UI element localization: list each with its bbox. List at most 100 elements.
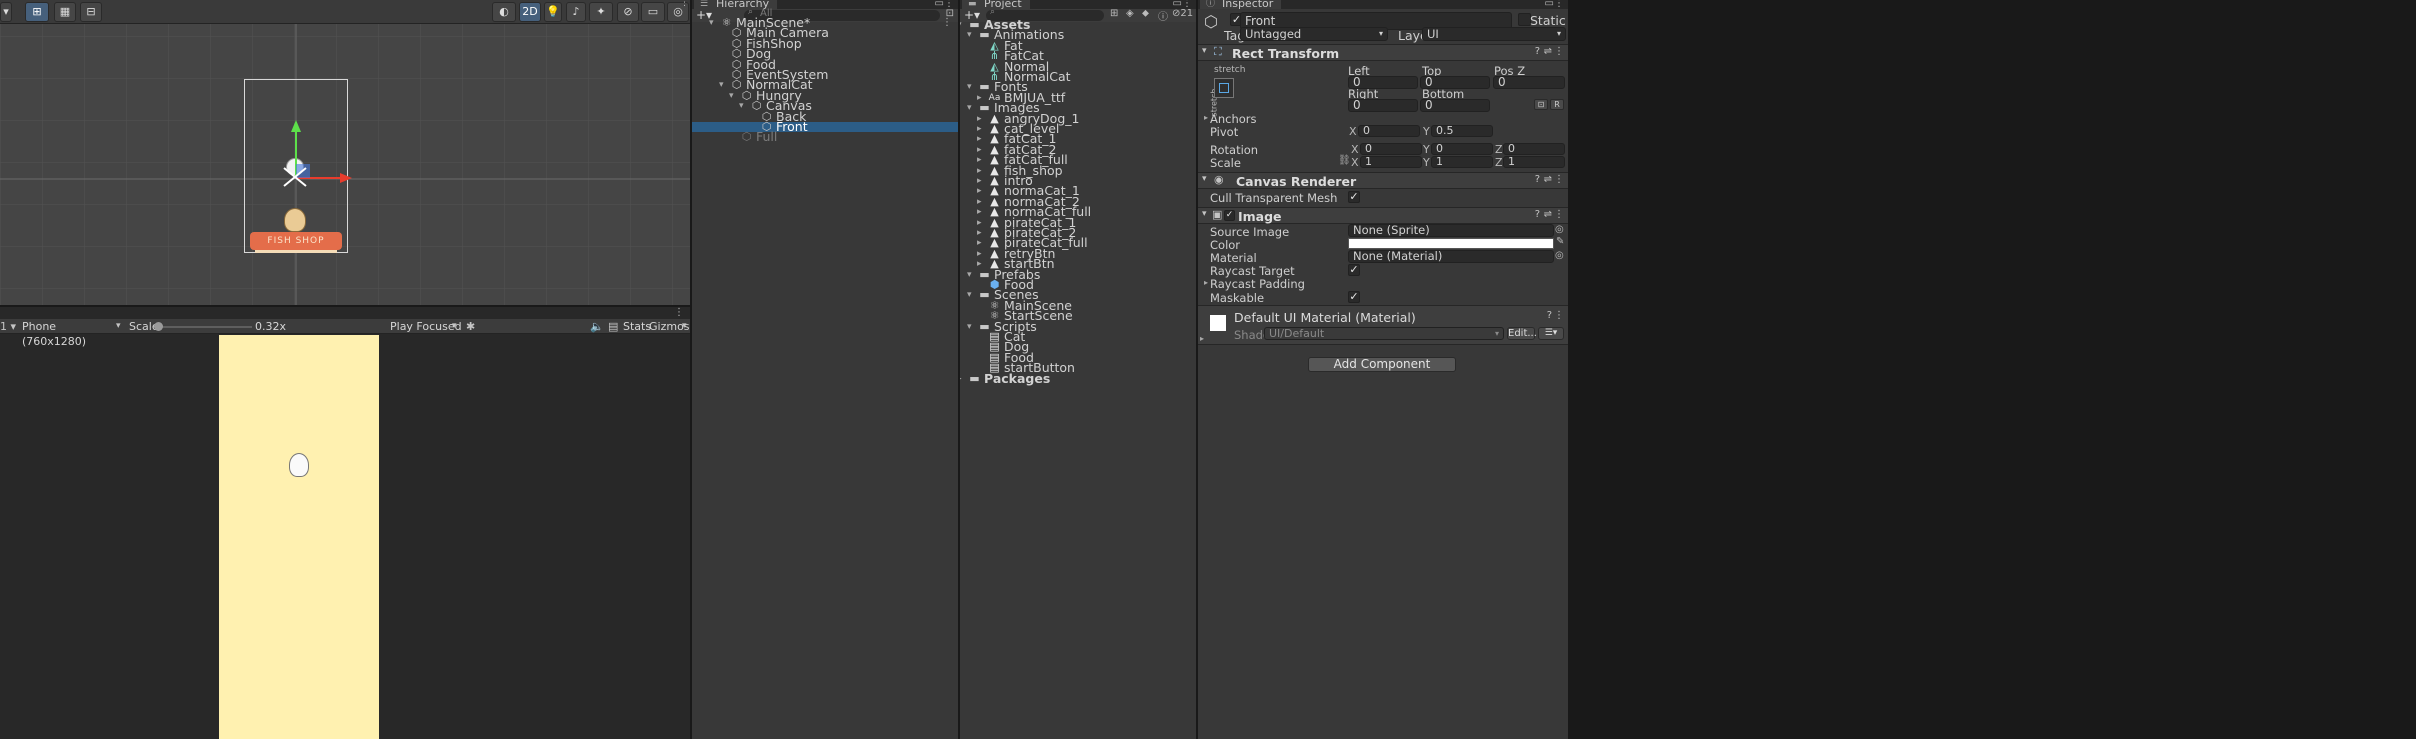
tag-select[interactable]: Untagged ▾: [1240, 27, 1388, 41]
anchors-label[interactable]: Anchors: [1210, 112, 1257, 126]
source-image-field[interactable]: None (Sprite): [1348, 224, 1554, 237]
chevron-down-icon[interactable]: ▾: [719, 80, 724, 90]
chevron-right-icon[interactable]: ▸: [977, 238, 982, 248]
effects-toggle[interactable]: ✦: [589, 2, 613, 22]
foldout-arrow-icon[interactable]: ▾: [1202, 46, 1207, 56]
tag-icon[interactable]: ⬥: [1142, 8, 1149, 19]
audio-toggle[interactable]: ♪: [566, 2, 586, 22]
preset-icon[interactable]: ⇌: [1544, 174, 1552, 185]
hidden-objects-toggle[interactable]: ⊘: [617, 2, 639, 22]
hidden-packages-icon[interactable]: ⊘21: [1172, 8, 1193, 19]
cull-transparent-mesh-checkbox[interactable]: ✓: [1348, 191, 1360, 203]
raycast-target-checkbox[interactable]: ✓: [1348, 264, 1360, 276]
preset-icon[interactable]: ⇌: [1544, 209, 1552, 220]
raw-edit-button[interactable]: R: [1550, 99, 1564, 110]
chevron-right-icon[interactable]: ▸: [977, 186, 982, 196]
raycast-padding-foldout-icon[interactable]: ▸: [1204, 278, 1208, 287]
scale-slider-thumb[interactable]: [153, 322, 163, 331]
game-panel-menu[interactable]: ⋮: [674, 307, 684, 319]
stats-button[interactable]: Stats: [623, 319, 651, 334]
chevron-right-icon[interactable]: ▸: [977, 249, 982, 259]
inspector-lock-icon[interactable]: ▭: [1545, 0, 1554, 9]
scale-z-field[interactable]: 1: [1503, 156, 1565, 168]
shader-select[interactable]: UI/Default ▾: [1264, 327, 1504, 340]
gizmos-dropdown-icon[interactable]: ▾: [682, 319, 687, 334]
chevron-right-icon[interactable]: ▸: [977, 207, 982, 217]
chevron-down-icon[interactable]: ▾: [967, 270, 972, 280]
rotation-x-field[interactable]: 0: [1360, 143, 1422, 155]
preset-icon[interactable]: ⇌: [1544, 46, 1552, 57]
anchor-presets-button[interactable]: [1214, 78, 1234, 98]
chevron-right-icon[interactable]: ▸: [960, 374, 962, 384]
object-picker-icon[interactable]: ◎: [1555, 224, 1564, 235]
chevron-right-icon[interactable]: ▸: [977, 228, 982, 238]
search-by-type-icon[interactable]: ⊞: [1110, 8, 1118, 19]
chevron-right-icon[interactable]: ▸: [977, 124, 982, 134]
inspector-menu-icon[interactable]: ⋮: [1554, 0, 1564, 9]
raycast-padding-label[interactable]: Raycast Padding: [1210, 277, 1305, 291]
cat-sprite[interactable]: [284, 208, 306, 232]
pivot-x-field[interactable]: 0: [1358, 125, 1420, 137]
toggle-2d-button[interactable]: 2D: [519, 2, 541, 22]
hierarchy-lock-icon[interactable]: ▭: [935, 0, 944, 9]
chevron-right-icon[interactable]: ▸: [977, 145, 982, 155]
chevron-down-icon[interactable]: ▾: [967, 290, 972, 300]
fish-shop-sign[interactable]: FISH SHOP: [250, 232, 342, 250]
scale-y-field[interactable]: 1: [1431, 156, 1493, 168]
hierarchy-item[interactable]: ▾ ⬡ NormalCat: [692, 78, 958, 91]
chevron-right-icon[interactable]: ▸: [977, 155, 982, 165]
add-component-button[interactable]: Add Component: [1308, 357, 1456, 372]
bottom-field[interactable]: 0: [1420, 99, 1490, 112]
chevron-right-icon[interactable]: ▸: [977, 114, 982, 124]
hierarchy-menu-icon[interactable]: ⋮: [944, 0, 954, 9]
hierarchy-item[interactable]: ⬡ Back: [692, 110, 958, 123]
foldout-arrow-icon[interactable]: ▾: [1202, 174, 1207, 184]
rotation-y-field[interactable]: 0: [1431, 143, 1493, 155]
blueprint-mode-button[interactable]: ⊡: [1534, 99, 1548, 110]
material-foldout-icon[interactable]: ▸: [1200, 334, 1204, 343]
scale-x-field[interactable]: 1: [1360, 156, 1422, 168]
project-item[interactable]: ▾ ▬ Fonts: [960, 80, 1196, 93]
object-picker-icon[interactable]: ◎: [1555, 250, 1564, 261]
hierarchy-item[interactable]: ⬡ Full: [692, 130, 958, 143]
chevron-right-icon[interactable]: ▸: [977, 134, 982, 144]
layer-select[interactable]: UI ▾: [1422, 27, 1566, 41]
hierarchy-item[interactable]: ⬡ Front: [692, 120, 958, 133]
rotation-z-field[interactable]: 0: [1503, 143, 1565, 155]
scene-context-menu-icon[interactable]: ⋮: [942, 18, 952, 28]
help-icon[interactable]: ?: [1535, 46, 1540, 57]
chevron-down-icon[interactable]: ▾: [967, 103, 972, 113]
image-enabled-checkbox[interactable]: ✓: [1224, 210, 1235, 221]
material-field[interactable]: None (Material): [1348, 250, 1554, 263]
chevron-right-icon[interactable]: ▸: [977, 166, 982, 176]
move-tool-button[interactable]: ⊞: [25, 2, 49, 22]
component-menu-icon[interactable]: ⋮: [1554, 174, 1564, 185]
chevron-right-icon[interactable]: ▸: [977, 176, 982, 186]
hierarchy-item[interactable]: ▾ ⬡ Canvas: [692, 99, 958, 112]
canvas-renderer-header[interactable]: ▾ ◉ Canvas Renderer ? ⇌ ⋮: [1198, 172, 1568, 189]
posz-field[interactable]: 0: [1493, 76, 1565, 89]
bug-icon[interactable]: ✱: [466, 319, 475, 334]
search-by-label-icon[interactable]: ◈: [1126, 8, 1134, 19]
chevron-down-icon[interactable]: ▾: [739, 101, 744, 111]
camera-settings-button[interactable]: ▭: [641, 2, 665, 22]
color-swatch[interactable]: [1348, 238, 1554, 249]
scene-menu-button[interactable]: ▾: [0, 2, 12, 22]
image-header[interactable]: ▾ ▣ ✓ Image ? ⇌ ⋮: [1198, 207, 1568, 224]
display-select[interactable]: 1 ▾: [0, 319, 18, 334]
component-menu-icon[interactable]: ⋮: [1554, 209, 1564, 220]
project-item[interactable]: ▸ ▬ Packages: [960, 372, 1196, 385]
project-lock-icon[interactable]: ▭: [1173, 0, 1182, 9]
help-icon[interactable]: ?: [1547, 310, 1552, 321]
chevron-down-icon[interactable]: ▾: [960, 20, 962, 30]
play-mode-dropdown-icon[interactable]: ▾: [452, 319, 457, 334]
game-render-area[interactable]: [219, 335, 379, 739]
chevron-down-icon[interactable]: ▾: [709, 18, 714, 28]
move-gizmo[interactable]: [280, 118, 360, 190]
component-menu-icon[interactable]: ⋮: [1554, 46, 1564, 57]
constrain-proportions-icon[interactable]: ⛓: [1338, 155, 1351, 166]
resolution-dropdown-icon[interactable]: ▾: [116, 319, 121, 334]
eyedropper-icon[interactable]: ✎: [1556, 236, 1564, 247]
lighting-toggle[interactable]: 💡: [544, 2, 562, 22]
scale-slider[interactable]: [153, 322, 252, 331]
